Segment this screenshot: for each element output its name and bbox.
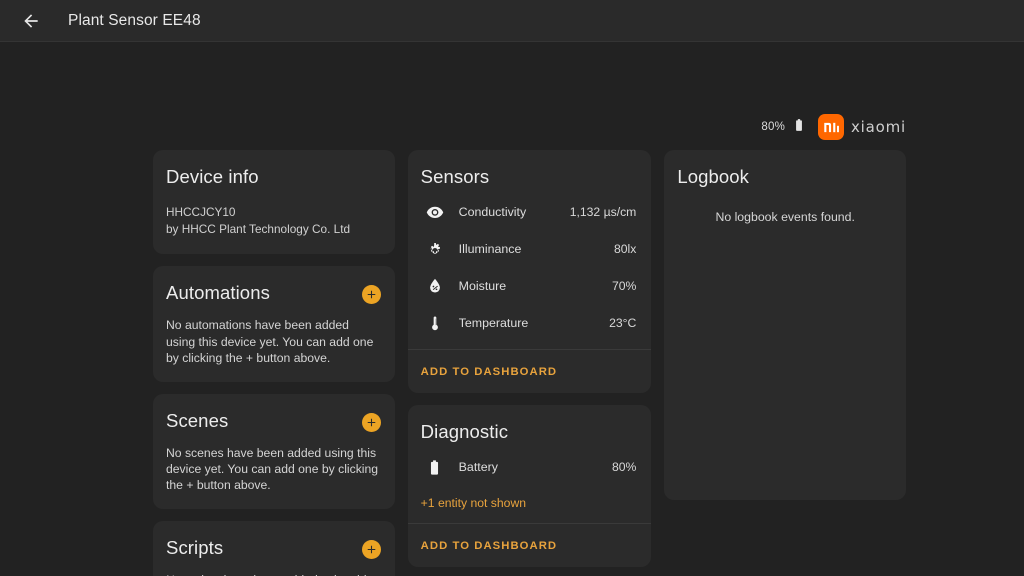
device-brand-strip: 80% xiaomi (761, 114, 906, 140)
logbook-card: Logbook No logbook events found. (664, 150, 907, 500)
entity-row[interactable]: Battery 80% (421, 449, 638, 486)
xiaomi-wordmark: xiaomi (851, 118, 906, 136)
automations-title: Automations (166, 282, 270, 304)
scripts-card: Scripts No scripts have been added using… (153, 521, 395, 576)
sensors-entity-list: Conductivity 1,132 µs/cm Illuminance 80l… (421, 193, 638, 341)
scenes-card: Scenes No scenes have been added using t… (153, 393, 395, 510)
battery-icon (792, 116, 806, 139)
plus-icon (365, 288, 378, 301)
entity-name: Battery (458, 460, 498, 475)
thermometer-icon (423, 314, 447, 332)
add-scene-button[interactable] (361, 412, 381, 432)
automations-card: Automations No automations have been add… (153, 266, 395, 382)
entity-value: 23°C (609, 315, 637, 330)
entity-row[interactable]: Moisture 70% (421, 267, 638, 304)
water-percent-icon (423, 277, 447, 295)
sensors-card: Sensors Conductivity 1,132 µs/cm Illumin… (407, 150, 652, 394)
eye-icon (423, 203, 447, 221)
entity-name: Temperature (458, 315, 529, 330)
arrow-left-icon (21, 11, 41, 31)
back-button[interactable] (14, 4, 48, 38)
add-script-button[interactable] (361, 540, 381, 560)
hidden-entities-link[interactable]: +1 entity not shown (421, 496, 638, 510)
device-page: 80% xiaomi Device info HHCCJCY10 by HHCC… (0, 42, 1024, 576)
page-title: Plant Sensor EE48 (68, 11, 201, 29)
plus-icon (365, 416, 378, 429)
scenes-empty-text: No scenes have been added using this dev… (166, 445, 379, 492)
xiaomi-mi-logo (818, 114, 844, 140)
column-middle: Sensors Conductivity 1,132 µs/cm Illumin… (407, 150, 652, 567)
device-manufacturer: by HHCC Plant Technology Co. Ltd (166, 222, 351, 237)
entity-value: 80% (611, 460, 637, 475)
plus-icon (365, 543, 378, 556)
column-right: Logbook No logbook events found. (664, 150, 907, 500)
diagnostic-title: Diagnostic (420, 421, 509, 443)
entity-name: Conductivity (458, 204, 527, 219)
entity-row[interactable]: Conductivity 1,132 µs/cm (421, 193, 638, 230)
entity-name: Moisture (458, 278, 507, 293)
entity-row[interactable]: Illuminance 80lx (421, 230, 638, 267)
column-left: Device info HHCCJCY10 by HHCC Plant Tech… (153, 150, 395, 576)
device-info-card: Device info HHCCJCY10 by HHCC Plant Tech… (153, 150, 395, 255)
sensors-add-to-dashboard-button[interactable]: ADD TO DASHBOARD (421, 366, 557, 378)
app-toolbar: Plant Sensor EE48 (0, 0, 1024, 42)
diagnostic-card-footer: ADD TO DASHBOARD (407, 522, 652, 567)
entity-value: 1,132 µs/cm (569, 204, 637, 219)
diagnostic-card: Diagnostic Battery 80% +1 entity not sho… (407, 405, 652, 567)
logbook-title: Logbook (677, 166, 750, 187)
scenes-title: Scenes (166, 409, 229, 431)
logbook-empty-text: No logbook events found. (715, 210, 855, 224)
scripts-empty-text: No scripts have been added using this de… (166, 572, 381, 576)
cards-grid: Device info HHCCJCY10 by HHCC Plant Tech… (153, 150, 907, 576)
diagnostic-entity-list: Battery 80% (421, 449, 638, 486)
sensors-title: Sensors (420, 166, 490, 187)
scripts-title: Scripts (166, 537, 224, 559)
battery-icon (423, 459, 447, 476)
automations-empty-text: No automations have been added using thi… (166, 318, 374, 365)
diagnostic-add-to-dashboard-button[interactable]: ADD TO DASHBOARD (421, 540, 557, 552)
entity-value: 80lx (613, 241, 637, 256)
entity-name: Illuminance (458, 241, 522, 256)
entity-value: 70% (611, 278, 637, 293)
brightness-icon (423, 240, 447, 258)
add-automation-button[interactable] (361, 285, 381, 305)
device-model: HHCCJCY10 (166, 205, 236, 220)
sensors-card-footer: ADD TO DASHBOARD (407, 349, 652, 393)
battery-level-label: 80% (761, 121, 785, 133)
device-info-title: Device info (166, 166, 259, 187)
entity-row[interactable]: Temperature 23°C (421, 304, 638, 341)
